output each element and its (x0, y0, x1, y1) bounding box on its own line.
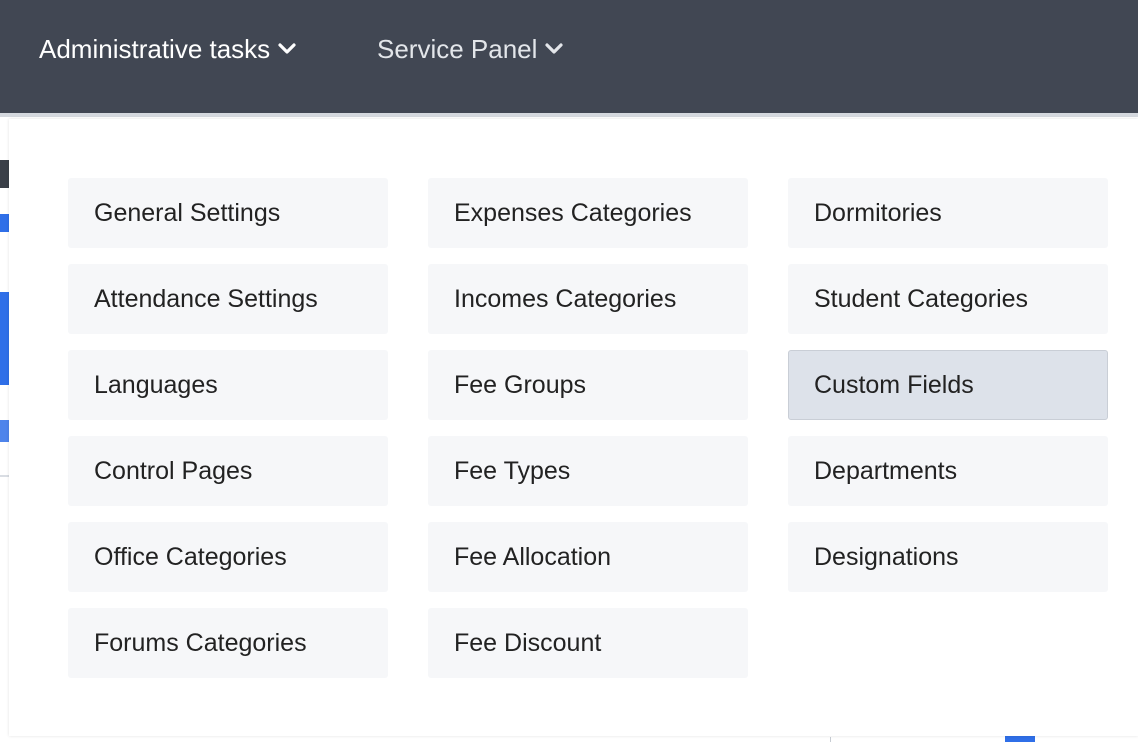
menu-item-student-categories[interactable]: Student Categories (788, 264, 1108, 334)
navbar-separator (0, 113, 1138, 117)
background-link-fragment (0, 214, 9, 232)
menu-item-office-categories[interactable]: Office Categories (68, 522, 388, 592)
menu-item-fee-allocation[interactable]: Fee Allocation (428, 522, 748, 592)
menu-item-dormitories[interactable]: Dormitories (788, 178, 1108, 248)
menu-item-attendance-settings[interactable]: Attendance Settings (68, 264, 388, 334)
nav-service-panel-label: Service Panel (377, 33, 538, 64)
background-link-fragment-2 (0, 420, 9, 442)
administrative-tasks-dropdown: General Settings Attendance Settings Lan… (9, 119, 1138, 736)
menu-item-fee-discount[interactable]: Fee Discount (428, 608, 748, 678)
menu-item-expenses-categories[interactable]: Expenses Categories (428, 178, 748, 248)
menu-item-languages[interactable]: Languages (68, 350, 388, 420)
menu-item-fee-groups[interactable]: Fee Groups (428, 350, 748, 420)
menu-item-forums-categories[interactable]: Forums Categories (68, 608, 388, 678)
top-navbar: Administrative tasks Service Panel (0, 0, 1138, 113)
menu-item-custom-fields[interactable]: Custom Fields (788, 350, 1108, 420)
nav-service-panel[interactable]: Service Panel (377, 30, 564, 68)
background-divider (0, 475, 9, 477)
menu-item-departments[interactable]: Departments (788, 436, 1108, 506)
menu-item-incomes-categories[interactable]: Incomes Categories (428, 264, 748, 334)
chevron-down-icon (545, 43, 564, 54)
menu-item-designations[interactable]: Designations (788, 522, 1108, 592)
background-heading-fragment (0, 160, 9, 188)
menu-item-fee-types[interactable]: Fee Types (428, 436, 748, 506)
menu-item-control-pages[interactable]: Control Pages (68, 436, 388, 506)
nav-administrative-tasks-label: Administrative tasks (39, 33, 271, 64)
menu-item-general-settings[interactable]: General Settings (68, 178, 388, 248)
nav-administrative-tasks[interactable]: Administrative tasks (39, 30, 296, 68)
background-table-fragment (830, 737, 1138, 742)
background-button-fragment (0, 292, 9, 385)
chevron-down-icon (278, 43, 296, 54)
